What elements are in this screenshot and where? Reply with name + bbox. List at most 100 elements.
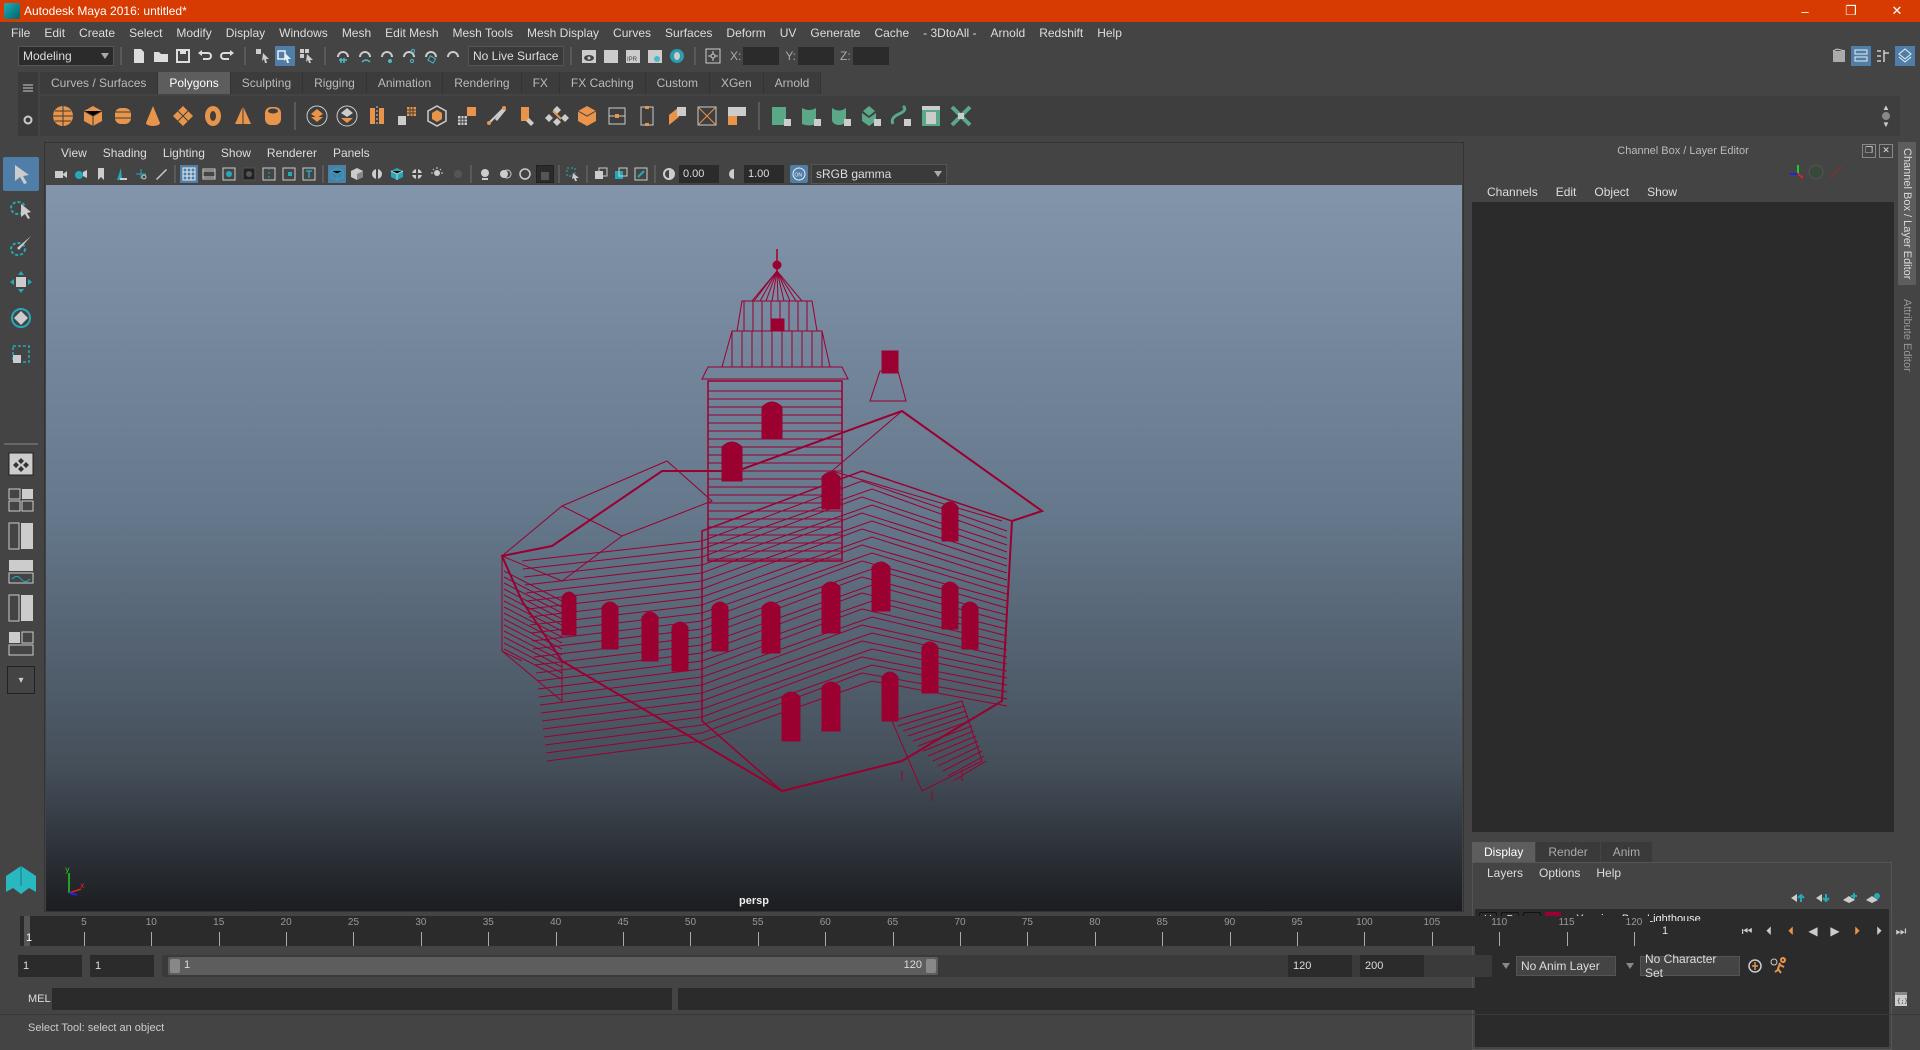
restore-button[interactable]: ❐ <box>1828 0 1874 22</box>
close-button[interactable]: ✕ <box>1874 0 1920 22</box>
viewport-menu-renderer[interactable]: Renderer <box>259 146 325 160</box>
channel-box-menu-edit[interactable]: Edit <box>1547 185 1586 199</box>
animation-end-field[interactable]: 200 <box>1360 955 1424 977</box>
move-layer-down-icon[interactable] <box>1814 889 1832 907</box>
y-coord-field[interactable] <box>798 47 835 65</box>
menu-mesh-tools[interactable]: Mesh Tools <box>446 26 520 40</box>
shelf-tab-xgen[interactable]: XGen <box>709 72 764 94</box>
toolbox-expand-button[interactable]: ▾ <box>3 663 39 697</box>
mirror-geometry-icon[interactable] <box>362 101 392 131</box>
render-view-icon[interactable] <box>579 46 599 66</box>
menu-windows[interactable]: Windows <box>272 26 335 40</box>
redo-icon[interactable] <box>217 46 237 66</box>
bookmarks-icon[interactable] <box>92 165 110 183</box>
menu-display[interactable]: Display <box>219 26 272 40</box>
play-forwards-button[interactable]: ▶ <box>1824 921 1846 941</box>
menu-help[interactable]: Help <box>1090 26 1129 40</box>
tab-channel-box-layer-editor[interactable]: Channel Box / Layer Editor <box>1898 142 1916 286</box>
film-gate-icon[interactable] <box>200 165 218 183</box>
character-set-chevron-icon[interactable] <box>1626 963 1634 969</box>
extrude-icon[interactable] <box>512 101 542 131</box>
menu-surfaces[interactable]: Surfaces <box>658 26 719 40</box>
hypershade-icon[interactable] <box>667 46 687 66</box>
cylindrical-uv-icon[interactable] <box>796 101 826 131</box>
select-tool[interactable] <box>3 157 39 191</box>
planar-uv-icon[interactable] <box>766 101 796 131</box>
shelf-menu-icon[interactable] <box>18 72 38 104</box>
shelf-tab-animation[interactable]: Animation <box>366 72 444 94</box>
menu-cache[interactable]: Cache <box>867 26 916 40</box>
image-plane-icon[interactable] <box>112 165 130 183</box>
ambient-occlusion-icon[interactable] <box>612 165 630 183</box>
ipr-render-icon[interactable]: IPR <box>623 46 643 66</box>
menu-arnold[interactable]: Arnold <box>984 26 1033 40</box>
shelf-tab-fx[interactable]: FX <box>521 72 560 94</box>
remesh-icon[interactable] <box>452 101 482 131</box>
xray-joints-icon[interactable] <box>516 165 534 183</box>
script-editor-icon[interactable]: {;} <box>1892 990 1910 1008</box>
isolate-select-icon[interactable] <box>536 165 554 183</box>
make-live-icon[interactable] <box>421 46 441 66</box>
safe-title-icon[interactable] <box>300 165 318 183</box>
shelf-tab-curves-surfaces[interactable]: Curves / Surfaces <box>40 72 159 94</box>
offset-edge-loop-icon[interactable] <box>632 101 662 131</box>
shadows-icon[interactable] <box>448 165 466 183</box>
anim-layer-chevron-icon[interactable] <box>1502 963 1510 969</box>
hypershade-persp-layout[interactable] <box>3 591 39 625</box>
menu-mesh-display[interactable]: Mesh Display <box>520 26 606 40</box>
poly-cone-icon[interactable] <box>138 101 168 131</box>
move-layer-up-icon[interactable] <box>1789 889 1807 907</box>
poly-cube-icon[interactable] <box>78 101 108 131</box>
viewport-menu-view[interactable]: View <box>53 146 95 160</box>
paint-select-tool[interactable] <box>3 229 39 263</box>
step-back-key-button[interactable]: ⏴ <box>1780 921 1802 941</box>
wireframe-on-shaded-icon[interactable] <box>388 165 406 183</box>
xray-icon[interactable] <box>476 165 494 183</box>
playback-end-field[interactable]: 120 <box>1288 955 1352 977</box>
automatic-uv-icon[interactable] <box>856 101 886 131</box>
minimize-button[interactable]: – <box>1782 0 1828 22</box>
xray-active-components-icon[interactable] <box>496 165 514 183</box>
menu-mesh[interactable]: Mesh <box>335 26 378 40</box>
shelf-scrollbar[interactable]: ▲ ▼ <box>1880 103 1892 129</box>
new-empty-layer-icon[interactable] <box>1841 889 1859 907</box>
poly-torus-icon[interactable] <box>198 101 228 131</box>
poly-pipe-icon[interactable] <box>258 101 288 131</box>
uv-layout-icon[interactable] <box>946 101 976 131</box>
use-all-lights-icon[interactable] <box>428 165 446 183</box>
viewport-menu-lighting[interactable]: Lighting <box>155 146 213 160</box>
menu-curves[interactable]: Curves <box>606 26 658 40</box>
bridge-icon[interactable] <box>542 101 572 131</box>
select-by-component-icon[interactable] <box>297 46 317 66</box>
spherical-uv-icon[interactable] <box>826 101 856 131</box>
snap-to-grid-icon[interactable] <box>333 46 353 66</box>
textured-icon[interactable] <box>408 165 426 183</box>
viewport-menu-show[interactable]: Show <box>213 146 259 160</box>
3d-viewport[interactable]: y x persp <box>46 185 1462 911</box>
float-panel-icon[interactable]: ❐ <box>1862 144 1876 158</box>
shelf-tab-sculpting[interactable]: Sculpting <box>230 72 304 94</box>
motion-blur-icon[interactable] <box>632 165 650 183</box>
go-to-start-button[interactable]: ⏮ <box>1736 921 1758 941</box>
x-coord-field[interactable] <box>743 47 780 65</box>
merge-to-center-icon[interactable] <box>692 101 722 131</box>
move-tool[interactable] <box>3 265 39 299</box>
lighthouse-wireframe-model[interactable] <box>46 185 1462 911</box>
poly-plane-icon[interactable] <box>168 101 198 131</box>
single-perspective-view-layout[interactable] <box>3 447 39 481</box>
tab-attribute-editor[interactable]: Attribute Editor <box>1898 293 1916 378</box>
channel-box-menu-show[interactable]: Show <box>1638 185 1686 199</box>
unfold-uv-icon[interactable] <box>886 101 916 131</box>
menu-edit-mesh[interactable]: Edit Mesh <box>378 26 445 40</box>
wedge-icon[interactable] <box>722 101 752 131</box>
multisample-aa-icon[interactable] <box>592 165 610 183</box>
viewport-menu-shading[interactable]: Shading <box>95 146 155 160</box>
shelf-tab-rigging[interactable]: Rigging <box>303 72 367 94</box>
camera-attributes-icon[interactable] <box>72 165 90 183</box>
menu-edit[interactable]: Edit <box>37 26 72 40</box>
shelf-tab-custom[interactable]: Custom <box>645 72 710 94</box>
undo-icon[interactable] <box>195 46 215 66</box>
lasso-tool[interactable] <box>3 193 39 227</box>
menu-redshift[interactable]: Redshift <box>1032 26 1090 40</box>
menu-deform[interactable]: Deform <box>719 26 772 40</box>
